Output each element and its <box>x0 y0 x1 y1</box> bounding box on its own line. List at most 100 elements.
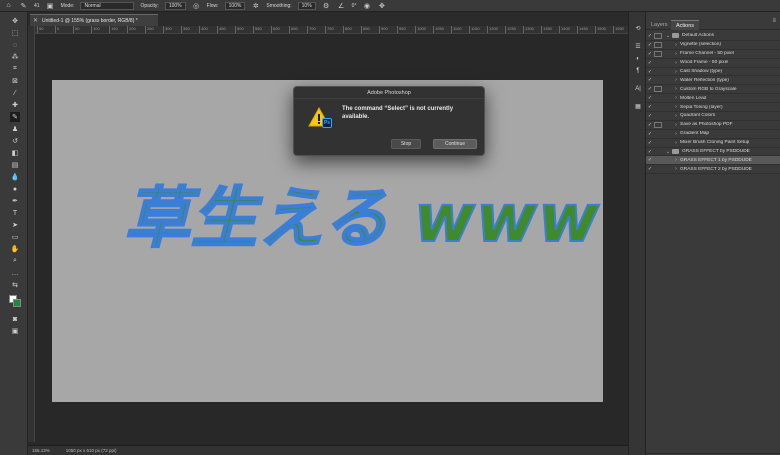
action-row[interactable]: ✓ › Wood Frame - 50 pixel <box>646 59 780 68</box>
toggle-dialog-icon[interactable] <box>654 157 662 163</box>
rectangle-tool-icon[interactable]: ▭ <box>10 232 20 242</box>
clone-stamp-tool-icon[interactable]: ♟ <box>10 124 20 134</box>
toggle-item-checkmark-icon[interactable]: ✓ <box>646 166 654 172</box>
chevron-right-icon[interactable]: › <box>672 157 680 163</box>
chevron-right-icon[interactable]: › <box>672 166 680 172</box>
pen-tool-icon[interactable]: ✒ <box>10 196 20 206</box>
action-row[interactable]: ✓ › Molten Lead <box>646 94 780 104</box>
eraser-tool-icon[interactable]: ◧ <box>10 148 20 158</box>
continue-button[interactable]: Continue <box>433 139 477 149</box>
smoothing-field[interactable]: 10% <box>297 1 316 10</box>
action-row[interactable]: ✓ › Gradient Map <box>646 130 780 139</box>
action-row[interactable]: ✓ › Custom RGB to Grayscale <box>646 85 780 95</box>
action-row[interactable]: ✓ › GRASS EFFECT 1 by PSDDUDE <box>646 156 780 166</box>
gradient-tool-icon[interactable]: ▤ <box>10 160 20 170</box>
more-tools-icon[interactable]: … <box>10 268 20 278</box>
toggle-item-checkmark-icon[interactable]: ✓ <box>646 77 654 83</box>
toggle-item-checkmark-icon[interactable]: ✓ <box>646 60 654 66</box>
action-row[interactable]: ✓ › Mixer Brush Cloning Paint Setup <box>646 139 780 148</box>
chevron-down-icon[interactable]: ⌄ <box>664 149 672 155</box>
symmetry-icon[interactable]: ✥ <box>377 2 386 10</box>
zoom-tool-icon[interactable]: ⌕ <box>10 256 20 266</box>
toggle-item-checkmark-icon[interactable]: ✓ <box>646 140 654 146</box>
chevron-right-icon[interactable]: › <box>672 42 680 48</box>
action-row[interactable]: ✓ › Cast Shadow (type) <box>646 68 780 77</box>
toggle-dialog-icon[interactable] <box>654 166 662 172</box>
tab-actions[interactable]: Actions <box>671 20 700 30</box>
action-set-row[interactable]: ✓ ⌄ GRASS EFFECT by PSDDUDE <box>646 148 780 157</box>
chevron-right-icon[interactable]: › <box>672 86 680 92</box>
properties-panel-icon[interactable]: ☰ <box>633 42 643 51</box>
toggle-dialog-icon[interactable] <box>654 60 662 66</box>
action-row[interactable]: ✓ › Save as Photoshop PDF <box>646 121 780 130</box>
toggle-item-checkmark-icon[interactable]: ✓ <box>646 131 654 137</box>
screen-mode-icon[interactable]: ▣ <box>10 326 20 336</box>
pressure-opacity-icon[interactable]: ◎ <box>192 2 201 10</box>
horizontal-ruler[interactable]: 50 0 50 100 150 200 250 300 350 400 450 500 550 600 65… <box>35 26 640 34</box>
toggle-dialog-icon[interactable] <box>654 131 662 137</box>
pressure-size-icon[interactable]: ◉ <box>362 2 371 10</box>
brush-tool-icon[interactable]: ✎ <box>19 2 28 10</box>
brush-size-value[interactable]: 41 <box>34 3 40 9</box>
document-info[interactable]: 1050 px x 610 px (72 ppi) <box>66 448 117 453</box>
action-row[interactable]: ✓ › Frame Channel - 50 pixel <box>646 50 780 59</box>
crop-tool-icon[interactable]: ⌗ <box>10 64 20 74</box>
toggle-dialog-icon[interactable] <box>654 104 662 110</box>
toggle-dialog-icon[interactable] <box>654 113 662 119</box>
quick-select-tool-icon[interactable]: ⁂ <box>10 52 20 62</box>
toggle-item-checkmark-icon[interactable]: ✓ <box>646 149 654 155</box>
history-brush-tool-icon[interactable]: ↺ <box>10 136 20 146</box>
chevron-right-icon[interactable]: › <box>672 51 680 57</box>
toggle-dialog-icon[interactable] <box>654 50 662 57</box>
adjustments-panel-icon[interactable]: ◐ <box>633 54 643 63</box>
stop-button[interactable]: Stop <box>391 139 421 149</box>
toggle-dialog-icon[interactable] <box>654 41 662 48</box>
character-panel-icon[interactable]: A| <box>633 84 643 93</box>
toggle-dialog-icon[interactable] <box>654 149 662 155</box>
flow-field[interactable]: 100% <box>224 1 246 10</box>
blur-tool-icon[interactable]: 💧 <box>10 172 20 182</box>
chevron-right-icon[interactable]: › <box>672 95 680 101</box>
vertical-ruler[interactable] <box>28 26 35 442</box>
toggle-dialog-icon[interactable] <box>654 140 662 146</box>
history-panel-icon[interactable]: ⟲ <box>633 24 643 33</box>
tab-layers[interactable]: Layers <box>646 20 673 30</box>
chevron-right-icon[interactable]: › <box>672 131 680 137</box>
move-tool-icon[interactable]: ✥ <box>10 16 20 26</box>
frame-tool-icon[interactable]: ⊠ <box>10 76 20 86</box>
swap-colors-icon[interactable]: ⇆ <box>10 280 20 290</box>
angle-value[interactable]: 0° <box>352 3 357 9</box>
action-set-row[interactable]: ✓ ⌄ Default Actions <box>646 32 780 41</box>
path-selection-tool-icon[interactable]: ➤ <box>10 220 20 230</box>
toggle-item-checkmark-icon[interactable]: ✓ <box>646 86 654 92</box>
brush-settings-icon[interactable]: ▣ <box>46 2 55 10</box>
chevron-down-icon[interactable]: ⌄ <box>664 33 672 39</box>
action-row[interactable]: ✓ › Sepia Toning (layer) <box>646 103 780 113</box>
toggle-dialog-icon[interactable] <box>654 95 662 101</box>
chevron-right-icon[interactable]: › <box>672 69 680 75</box>
background-color-swatch[interactable] <box>13 299 21 307</box>
chevron-right-icon[interactable]: › <box>672 77 680 83</box>
chevron-right-icon[interactable]: › <box>672 113 680 119</box>
document-tab[interactable]: ✕ Untitled-1 @ 155% (grass border, RGB/8… <box>30 14 158 26</box>
panel-menu-icon[interactable]: ≡ <box>772 18 776 24</box>
toggle-dialog-icon[interactable] <box>654 121 662 128</box>
toggle-dialog-icon[interactable] <box>654 86 662 93</box>
action-row[interactable]: ✓ › Vignette (selection) <box>646 41 780 50</box>
toggle-item-checkmark-icon[interactable]: ✓ <box>646 33 654 39</box>
quick-mask-icon[interactable]: ◙ <box>10 314 20 324</box>
home-icon[interactable]: ⌂ <box>4 2 13 10</box>
toggle-item-checkmark-icon[interactable]: ✓ <box>646 42 654 48</box>
mode-dropdown[interactable]: Normal <box>80 1 135 10</box>
gear-icon[interactable]: ⚙ <box>322 2 331 10</box>
chevron-right-icon[interactable]: › <box>672 104 680 110</box>
zoom-level[interactable]: 155.13% <box>32 448 50 453</box>
brush-tool-icon[interactable]: ✎ <box>10 112 20 122</box>
toggle-dialog-icon[interactable] <box>654 69 662 75</box>
marquee-tool-icon[interactable]: ⬚ <box>10 28 20 38</box>
toggle-item-checkmark-icon[interactable]: ✓ <box>646 69 654 75</box>
toggle-item-checkmark-icon[interactable]: ✓ <box>646 104 654 110</box>
toggle-item-checkmark-icon[interactable]: ✓ <box>646 157 654 163</box>
toggle-dialog-icon[interactable] <box>654 32 662 39</box>
toggle-item-checkmark-icon[interactable]: ✓ <box>646 122 654 128</box>
